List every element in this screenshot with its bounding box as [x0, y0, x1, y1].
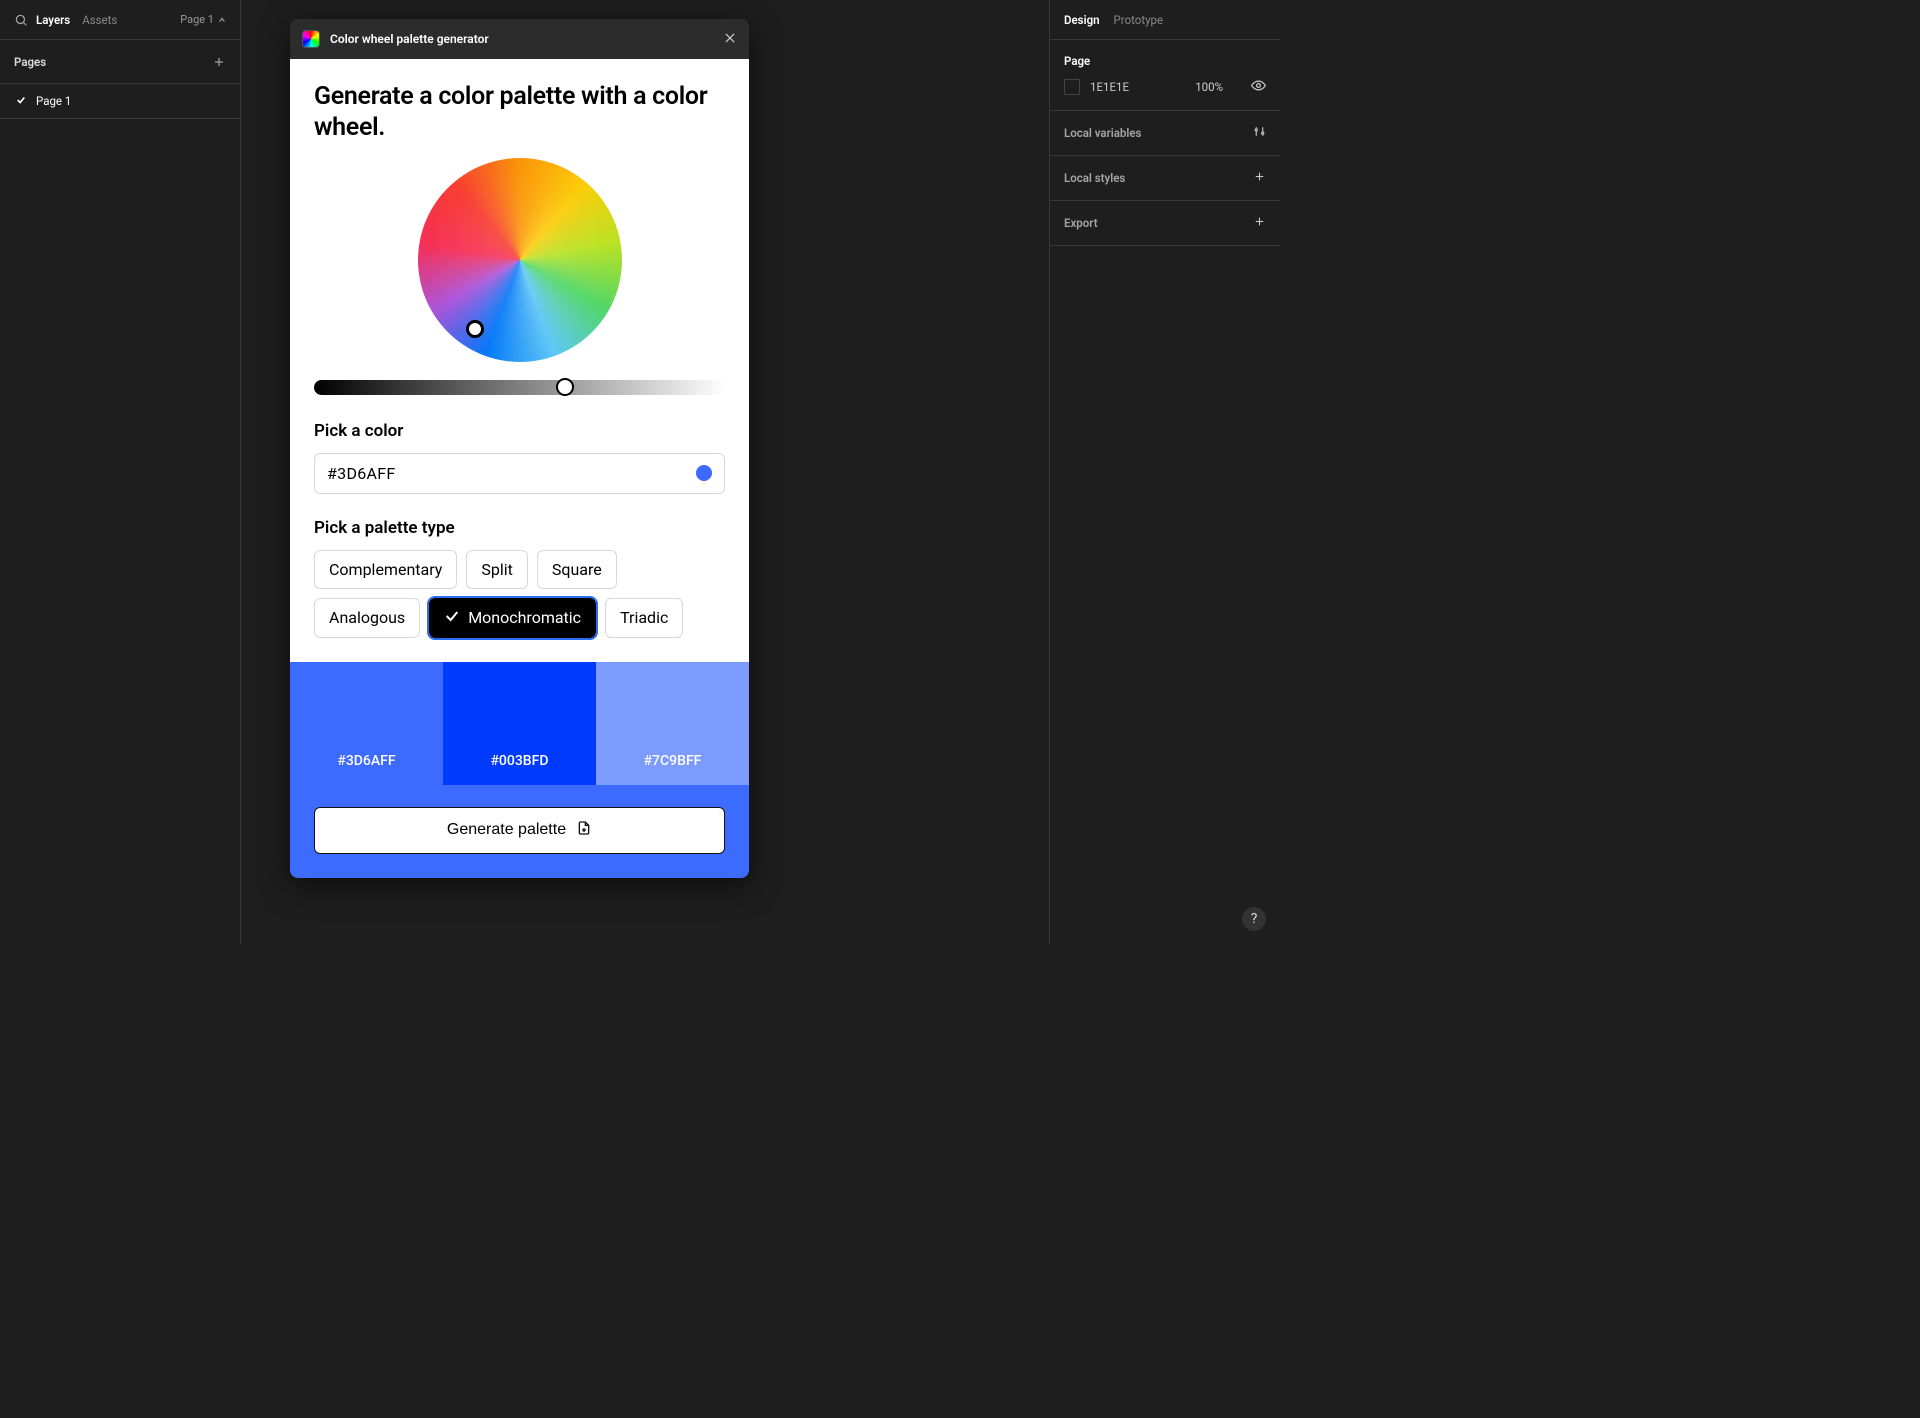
palette-swatch-label: #003BFD [490, 753, 548, 769]
chip-label: Analogous [329, 608, 405, 627]
palette-preview: #3D6AFF #003BFD #7C9BFF [290, 662, 749, 785]
left-sidebar-top: Layers Assets Page 1 [0, 0, 240, 40]
chip-label: Triadic [620, 608, 668, 627]
brightness-handle[interactable] [556, 378, 574, 396]
brightness-slider[interactable] [314, 380, 725, 395]
color-dot-icon [696, 465, 712, 481]
palette-type-chip[interactable]: Monochromatic [429, 598, 596, 638]
local-styles-section[interactable]: Local styles [1050, 156, 1280, 201]
canvas[interactable]: Color wheel palette generator Generate a… [241, 0, 1049, 945]
page-selector-label: Page 1 [180, 13, 214, 26]
chip-label: Split [481, 560, 513, 579]
plugin-heading: Generate a color palette with a color wh… [314, 81, 725, 144]
search-icon[interactable] [14, 13, 28, 27]
palette-swatch[interactable]: #003BFD [443, 662, 596, 785]
visibility-icon[interactable] [1251, 78, 1266, 96]
plugin-title: Color wheel palette generator [330, 32, 713, 46]
color-input[interactable] [314, 453, 725, 494]
palette-type-chip[interactable]: Complementary [314, 550, 457, 589]
page-bg-row[interactable]: 1E1E1E 100% [1064, 78, 1266, 96]
tab-assets[interactable]: Assets [82, 13, 117, 27]
sliders-icon[interactable] [1253, 125, 1266, 141]
palette-swatch-label: #3D6AFF [337, 753, 395, 769]
plugin-panel: Color wheel palette generator Generate a… [290, 19, 749, 878]
page-bg-hex[interactable]: 1E1E1E [1090, 80, 1185, 94]
close-icon[interactable] [723, 30, 737, 49]
export-section[interactable]: Export [1050, 201, 1280, 246]
help-button[interactable]: ? [1242, 907, 1266, 931]
right-tabs: Design Prototype [1050, 0, 1280, 40]
check-icon [444, 608, 460, 628]
page-item[interactable]: Page 1 [0, 84, 240, 119]
pages-header: Pages [0, 40, 240, 84]
export-label: Export [1064, 216, 1098, 230]
page-item-label: Page 1 [36, 94, 71, 108]
palette-type-chip[interactable]: Triadic [605, 598, 683, 638]
left-sidebar: Layers Assets Page 1 Pages Page 1 [0, 0, 241, 945]
tab-layers[interactable]: Layers [36, 13, 70, 27]
page-bg-swatch[interactable] [1064, 79, 1080, 95]
plugin-header[interactable]: Color wheel palette generator [290, 19, 749, 59]
tab-design[interactable]: Design [1064, 13, 1100, 27]
palette-swatch-label: #7C9BFF [644, 753, 702, 769]
right-sidebar: Design Prototype Page 1E1E1E 100% Local … [1049, 0, 1280, 945]
pick-palette-label: Pick a palette type [314, 518, 725, 538]
chip-label: Square [552, 560, 602, 579]
add-page-file-icon [576, 820, 592, 841]
chip-label: Complementary [329, 560, 442, 579]
color-wheel-handle[interactable] [466, 320, 484, 338]
palette-type-chips: Complementary Split Square Analogous Monochr… [314, 550, 725, 638]
palette-type-chip[interactable]: Split [466, 550, 528, 589]
palette-swatch[interactable]: #7C9BFF [596, 662, 749, 785]
plus-icon[interactable] [1253, 215, 1266, 231]
generate-palette-button[interactable]: Generate palette [314, 807, 725, 854]
tab-prototype[interactable]: Prototype [1114, 13, 1164, 27]
add-page-icon[interactable] [212, 55, 226, 69]
color-hex-field[interactable] [327, 464, 696, 483]
chip-label: Monochromatic [468, 608, 581, 627]
pages-label: Pages [14, 55, 46, 69]
local-styles-label: Local styles [1064, 171, 1125, 185]
plugin-logo-icon [302, 30, 320, 48]
plugin-body: Generate a color palette with a color wh… [290, 59, 749, 662]
page-section: Page 1E1E1E 100% [1050, 40, 1280, 111]
page-bg-opacity[interactable]: 100% [1195, 80, 1223, 94]
local-variables-section[interactable]: Local variables [1050, 111, 1280, 156]
check-icon [16, 94, 26, 108]
local-variables-label: Local variables [1064, 126, 1141, 140]
pick-color-label: Pick a color [314, 421, 725, 441]
generate-label: Generate palette [447, 821, 566, 839]
palette-swatch[interactable]: #3D6AFF [290, 662, 443, 785]
generate-bar: Generate palette [290, 785, 749, 878]
plus-icon[interactable] [1253, 170, 1266, 186]
palette-type-chip[interactable]: Square [537, 550, 617, 589]
page-selector[interactable]: Page 1 [180, 13, 226, 26]
page-section-title: Page [1064, 54, 1266, 68]
color-wheel[interactable] [314, 158, 725, 362]
palette-type-chip[interactable]: Analogous [314, 598, 420, 638]
